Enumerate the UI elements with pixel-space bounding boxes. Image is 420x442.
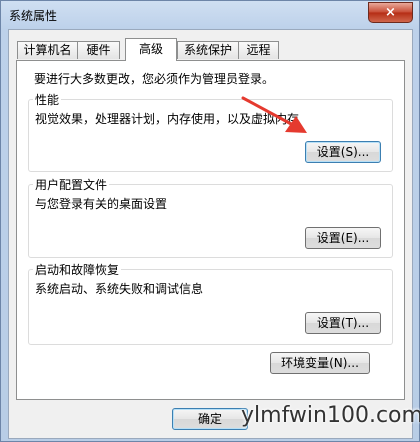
advanced-tab-panel: 要进行大多数更改，您必须作为管理员登录。 性能 视觉效果，处理器计划，内存使用，…: [16, 60, 405, 400]
performance-group: 性能 视觉效果，处理器计划，内存使用，以及虚拟内存 设置(S)...: [28, 91, 393, 172]
startup-recovery-title: 启动和故障恢复: [33, 261, 122, 278]
watermark: ylmfwin100.com: [241, 403, 420, 428]
tab-system-protection[interactable]: 系统保护: [177, 41, 239, 59]
startup-recovery-description: 系统启动、系统失败和调试信息: [35, 282, 204, 296]
user-profiles-description: 与您登录有关的桌面设置: [35, 197, 168, 211]
tab-computer-name[interactable]: 计算机名: [17, 41, 78, 59]
close-button[interactable]: ×: [368, 2, 413, 23]
admin-note: 要进行大多数更改，您必须作为管理员登录。: [34, 72, 275, 86]
tab-advanced[interactable]: 高级: [125, 38, 177, 61]
performance-title: 性能: [33, 91, 62, 108]
user-profiles-group: 用户配置文件 与您登录有关的桌面设置 设置(E)...: [28, 176, 393, 258]
dialog-client-area: 计算机名 硬件 高级 系统保护 远程 要进行大多数更改，您必须作为管理员登录。 …: [8, 29, 413, 439]
window-title: 系统属性: [9, 9, 58, 23]
environment-variables-button[interactable]: 环境变量(N)...: [270, 352, 370, 374]
user-profiles-title: 用户配置文件: [33, 176, 110, 193]
title-bar[interactable]: 系统属性 ×: [1, 1, 419, 29]
startup-recovery-settings-button[interactable]: 设置(T)...: [305, 312, 381, 334]
close-icon: ×: [385, 5, 396, 20]
annotation-arrow-icon: [241, 96, 307, 133]
startup-recovery-group: 启动和故障恢复 系统启动、系统失败和调试信息 设置(T)...: [28, 261, 393, 345]
tab-remote[interactable]: 远程: [238, 41, 279, 59]
performance-settings-button[interactable]: 设置(S)...: [305, 141, 381, 163]
ok-button[interactable]: 确定: [172, 408, 248, 430]
system-properties-window: 系统属性 × 计算机名 硬件 高级 系统保护 远程 要进行大多数更改，您必须作为…: [0, 0, 420, 442]
user-profiles-settings-button[interactable]: 设置(E)...: [305, 227, 381, 249]
tab-hardware[interactable]: 硬件: [77, 41, 120, 59]
